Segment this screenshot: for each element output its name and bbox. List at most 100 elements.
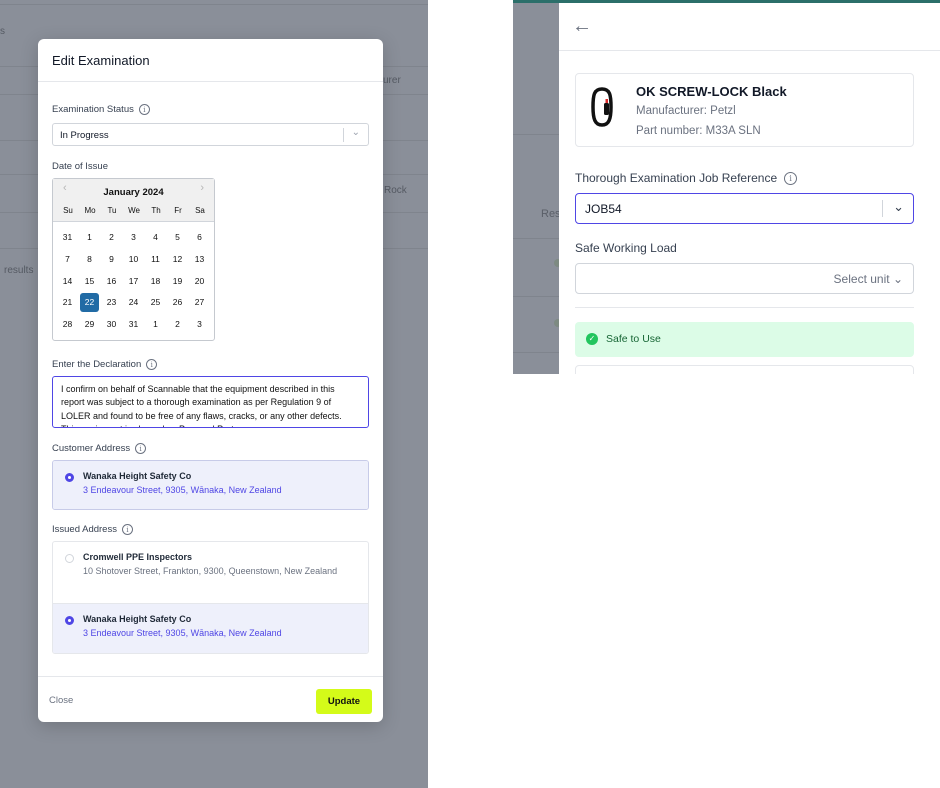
safe-working-load-input[interactable]: Select unit ⌄ xyxy=(575,263,914,294)
background-results-count: results xyxy=(4,265,34,276)
background-divider xyxy=(513,352,559,353)
calendar-day[interactable]: 12 xyxy=(168,250,187,269)
info-icon[interactable]: i xyxy=(784,171,798,185)
calendar-day[interactable]: 20 xyxy=(190,272,209,291)
calendar-day[interactable]: 25 xyxy=(146,293,165,312)
customer-address-label: Customer Address i xyxy=(52,443,147,454)
job-reference-label: Thorough Examination Job Reference i xyxy=(575,171,798,185)
calendar-day[interactable]: 7 xyxy=(58,250,77,269)
issued-address-label: Issued Address i xyxy=(52,524,133,535)
calendar-day[interactable]: 31 xyxy=(124,315,143,334)
calendar-day[interactable]: 18 xyxy=(146,272,165,291)
calendar-day[interactable]: 11 xyxy=(146,250,165,269)
calendar-day[interactable]: 27 xyxy=(190,293,209,312)
declaration-label-text: Enter the Declaration xyxy=(52,359,142,370)
calendar-day[interactable]: 3 xyxy=(124,228,143,247)
calendar-day[interactable]: 17 xyxy=(124,272,143,291)
calendar-day[interactable]: 3 xyxy=(190,315,209,334)
calendar-day[interactable]: 29 xyxy=(80,315,99,334)
modal-footer-divider xyxy=(38,676,383,677)
calendar-header: ‹ January 2024 › Su Mo Tu We Th Fr Sa xyxy=(53,179,214,222)
next-month-icon[interactable]: › xyxy=(200,182,204,194)
calendar-day[interactable]: 28 xyxy=(58,315,77,334)
calendar-day[interactable]: 31 xyxy=(58,228,77,247)
calendar-day[interactable]: 2 xyxy=(168,315,187,334)
issued-address-options: Cromwell PPE Inspectors 10 Shotover Stre… xyxy=(52,541,369,654)
calendar-day[interactable]: 16 xyxy=(102,272,121,291)
background-cell: Rock xyxy=(384,185,407,196)
job-reference-select[interactable]: JOB54 ⌄ xyxy=(575,193,914,224)
background-divider xyxy=(513,296,559,297)
calendar-day[interactable]: 23 xyxy=(102,293,121,312)
date-picker-calendar[interactable]: ‹ January 2024 › Su Mo Tu We Th Fr Sa 31… xyxy=(52,178,215,341)
calendar-day[interactable]: 9 xyxy=(102,250,121,269)
radio-unselected[interactable] xyxy=(65,554,74,563)
declaration-textarea[interactable]: I confirm on behalf of Scannable that th… xyxy=(52,376,369,428)
radio-selected[interactable] xyxy=(65,616,74,625)
calendar-day[interactable]: 6 xyxy=(190,228,209,247)
edit-examination-modal: Edit Examination Examination Status i In… xyxy=(38,39,383,722)
info-icon[interactable]: i xyxy=(146,359,158,370)
calendar-day[interactable]: 1 xyxy=(146,315,165,334)
unit-select[interactable]: Select unit ⌄ xyxy=(834,272,903,286)
edit-examination-screenshot: s urer Rock results Edit Examination Exa… xyxy=(0,0,428,788)
info-icon[interactable]: i xyxy=(121,524,133,535)
issued-address-option[interactable]: Wanaka Height Safety Co 3 Endeavour Stre… xyxy=(53,604,368,653)
calendar-day[interactable]: 15 xyxy=(80,272,99,291)
calendar-day[interactable]: 4 xyxy=(146,228,165,247)
calendar-day[interactable]: 30 xyxy=(102,315,121,334)
address-name: Cromwell PPE Inspectors xyxy=(83,552,193,562)
arrow-left-icon[interactable]: ← xyxy=(572,15,592,38)
next-section-card xyxy=(575,365,914,374)
calendar-day[interactable]: 21 xyxy=(58,293,77,312)
close-button[interactable]: Close xyxy=(49,695,73,706)
calendar-day[interactable]: 19 xyxy=(168,272,187,291)
weekday-label: Su xyxy=(63,206,73,215)
product-part-number: Part number: M33A SLN xyxy=(636,125,761,137)
radio-selected[interactable] xyxy=(65,473,74,482)
address-line: 3 Endeavour Street, 9305, Wānaka, New Ze… xyxy=(83,485,282,495)
background-text: s xyxy=(0,26,5,37)
customer-address-option[interactable]: Wanaka Height Safety Co 3 Endeavour Stre… xyxy=(53,461,368,509)
job-reference-value: JOB54 xyxy=(585,202,622,216)
weekday-label: Fr xyxy=(174,206,182,215)
chevron-down-icon: ⌄ xyxy=(892,272,903,286)
calendar-day[interactable]: 2 xyxy=(102,228,121,247)
weekday-label: We xyxy=(128,206,140,215)
date-of-issue-label: Date of Issue xyxy=(52,161,108,172)
product-card: OK SCREW-LOCK Black Manufacturer: Petzl … xyxy=(575,73,914,147)
weekday-label: Sa xyxy=(195,206,205,215)
select-separator xyxy=(343,128,344,142)
weekday-label: Mo xyxy=(84,206,96,215)
background-column-header: urer xyxy=(383,75,401,86)
customer-address-label-text: Customer Address xyxy=(52,443,131,454)
examination-status-label-text: Examination Status xyxy=(52,104,134,115)
safe-to-use-text: Safe to Use xyxy=(606,333,661,345)
calendar-day[interactable]: 26 xyxy=(168,293,187,312)
address-name: Wanaka Height Safety Co xyxy=(83,614,192,624)
calendar-day[interactable]: 8 xyxy=(80,250,99,269)
issued-address-option[interactable]: Cromwell PPE Inspectors 10 Shotover Stre… xyxy=(53,542,368,604)
address-name: Wanaka Height Safety Co xyxy=(83,471,192,481)
examination-status-select[interactable]: In Progress ⌄ xyxy=(52,123,369,146)
calendar-day[interactable]: 14 xyxy=(58,272,77,291)
calendar-day[interactable]: 1 xyxy=(80,228,99,247)
section-divider xyxy=(575,307,914,308)
calendar-day[interactable]: 10 xyxy=(124,250,143,269)
info-icon[interactable]: i xyxy=(138,104,150,115)
info-icon[interactable]: i xyxy=(135,443,147,454)
address-line: 10 Shotover Street, Frankton, 9300, Quee… xyxy=(83,566,338,576)
examination-status-label: Examination Status i xyxy=(52,104,150,115)
background-divider xyxy=(0,4,428,5)
chevron-down-icon[interactable]: ⌄ xyxy=(352,127,360,138)
weekday-label: Tu xyxy=(107,206,117,215)
calendar-day[interactable]: 13 xyxy=(190,250,209,269)
modal-title: Edit Examination xyxy=(52,53,150,68)
calendar-day[interactable]: 24 xyxy=(124,293,143,312)
calendar-day-selected[interactable]: 22 xyxy=(80,293,99,312)
chevron-down-icon[interactable]: ⌄ xyxy=(893,199,904,215)
panel-header-divider xyxy=(559,50,940,51)
update-button[interactable]: Update xyxy=(316,689,372,714)
product-name: OK SCREW-LOCK Black xyxy=(636,84,787,99)
calendar-day[interactable]: 5 xyxy=(168,228,187,247)
